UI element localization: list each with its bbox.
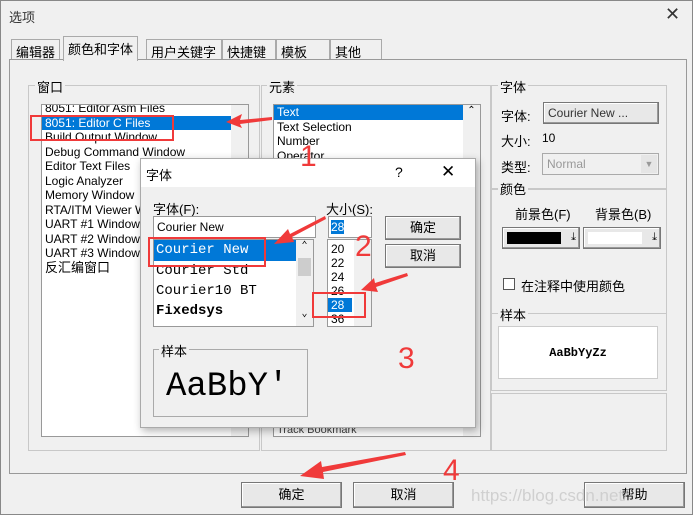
arrow-icon (300, 452, 406, 479)
tab-colors-fonts[interactable]: 颜色和字体 (63, 36, 139, 61)
annotation-arrows (226, 114, 408, 479)
arrow-icon (226, 114, 272, 128)
arrow-icon (361, 273, 408, 292)
arrow-icon (274, 216, 326, 244)
